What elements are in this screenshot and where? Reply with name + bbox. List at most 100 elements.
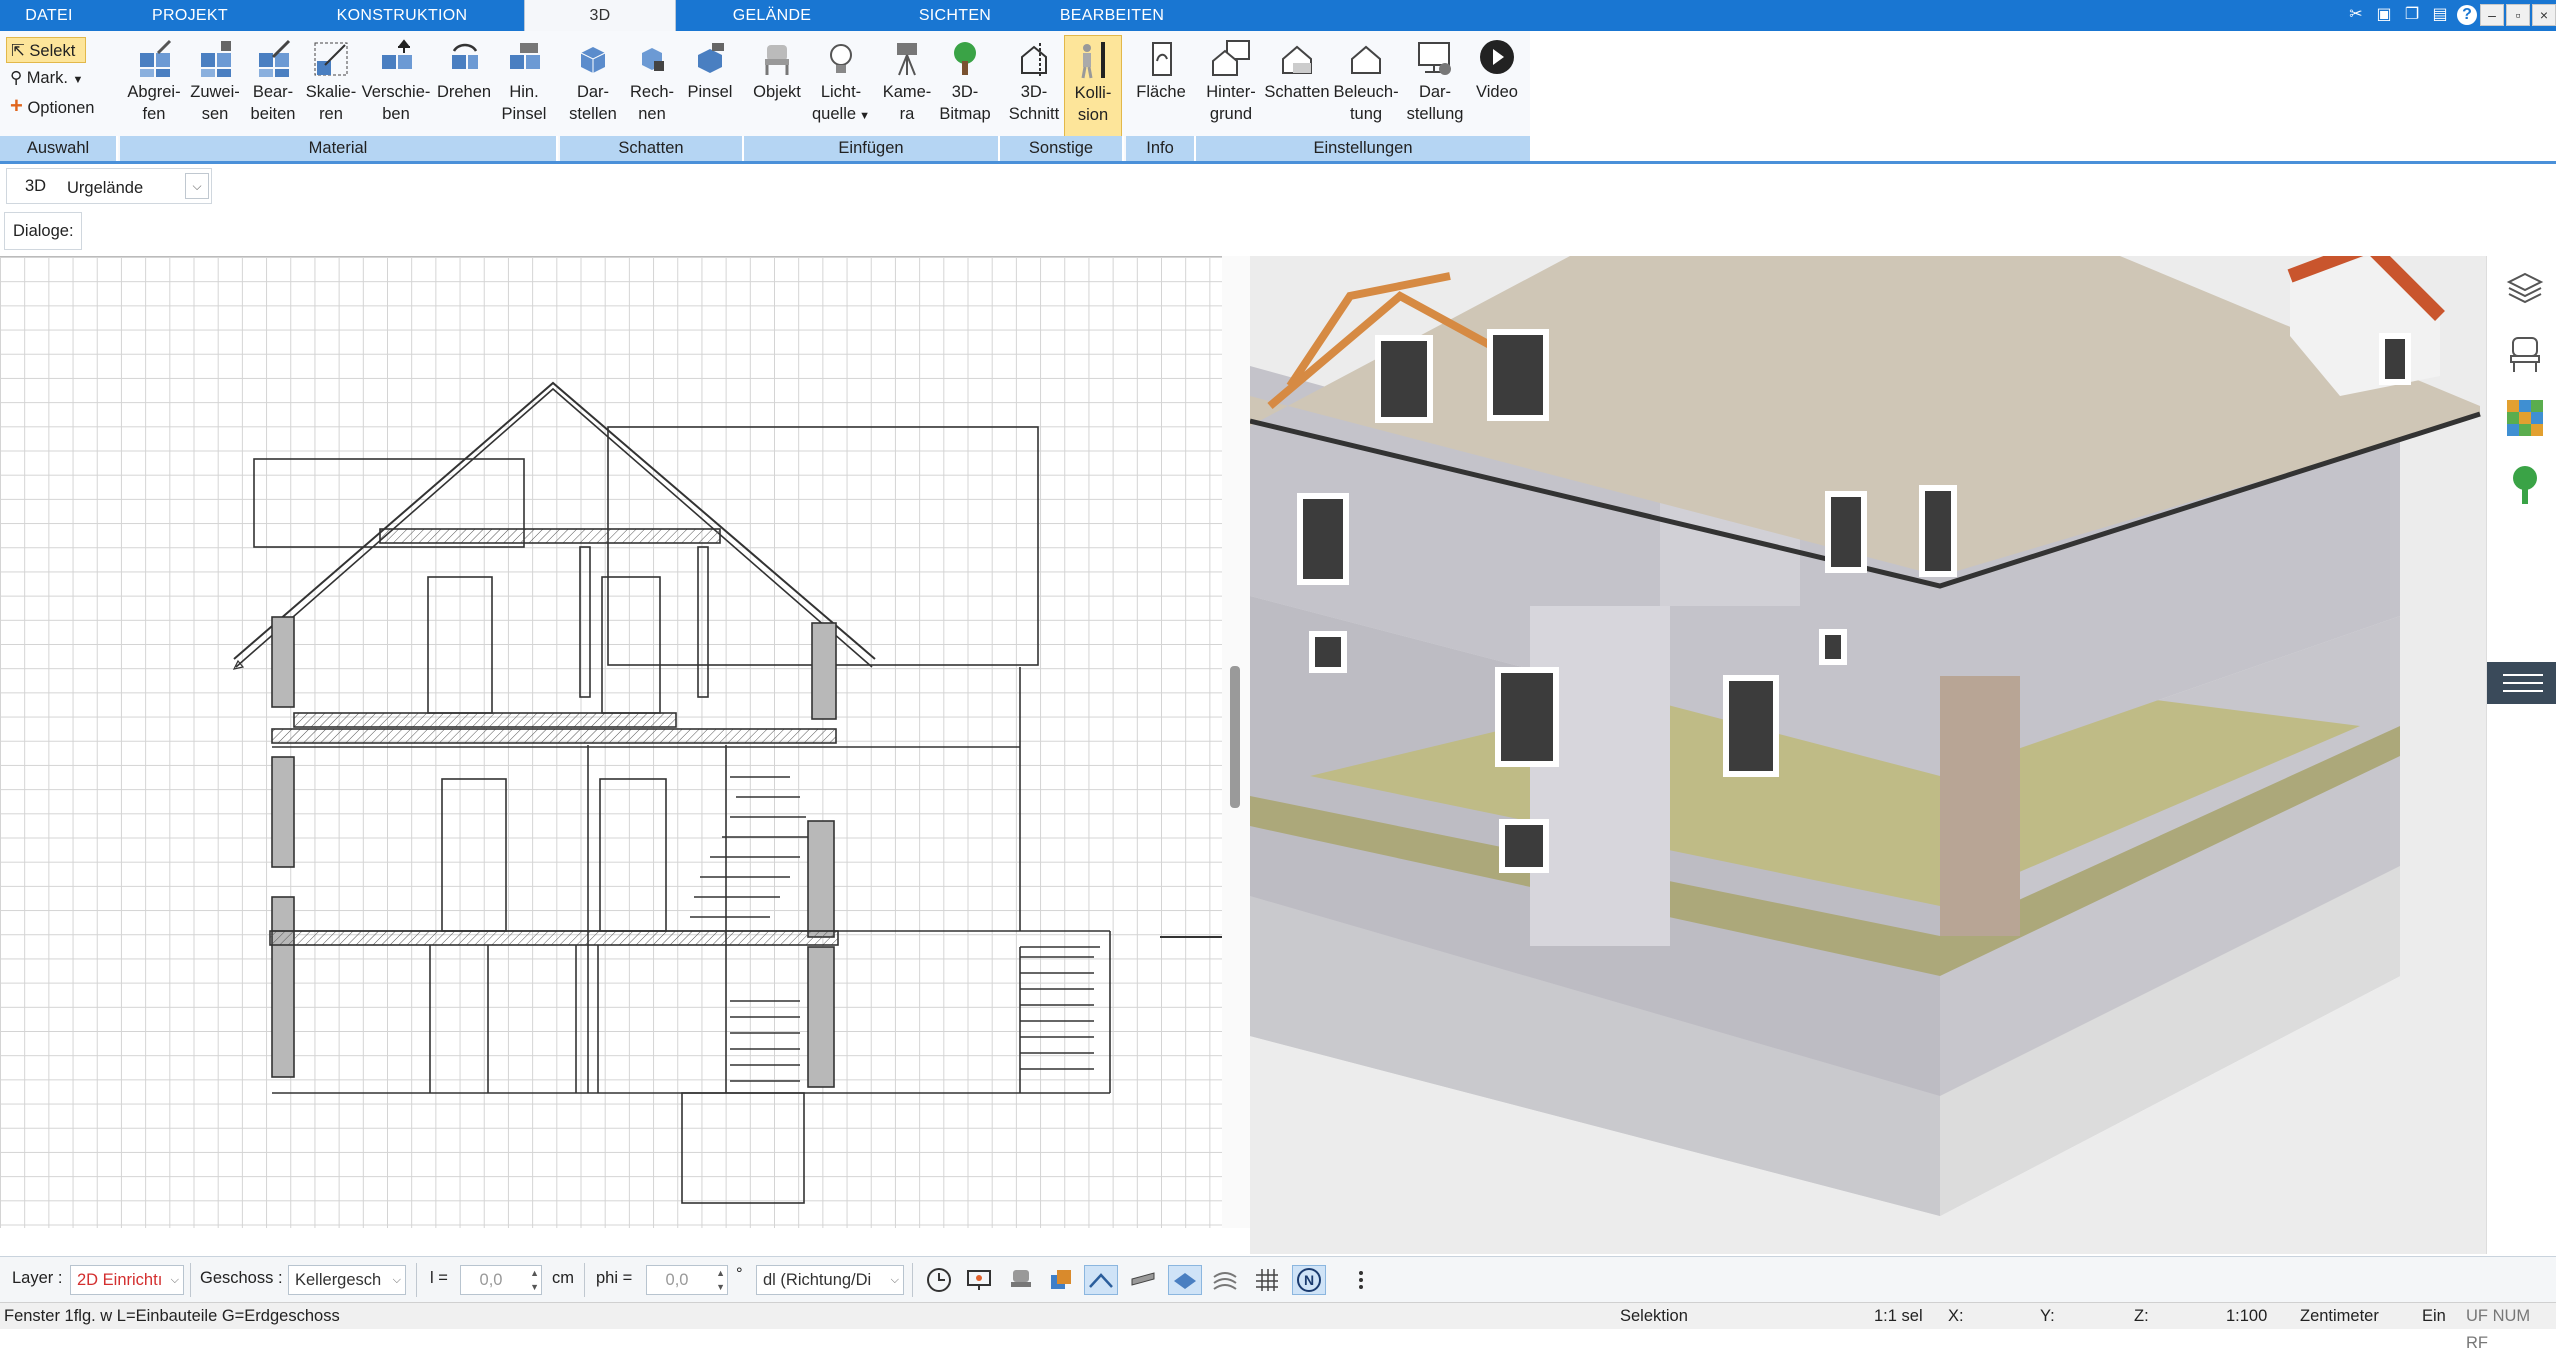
3d-bitmap-button[interactable]: 3D- Bitmap xyxy=(934,35,996,139)
3d-schnitt-button[interactable]: 3D- Schnitt xyxy=(1002,35,1066,139)
layers-icon[interactable] xyxy=(2505,270,2545,310)
schatten-darstellen-button[interactable]: Dar- stellen xyxy=(562,35,624,139)
maximize-button[interactable]: ▫ xyxy=(2506,4,2530,26)
direction-select[interactable]: dl (Richtung/Di ⌵ xyxy=(756,1265,904,1295)
furniture-icon[interactable] xyxy=(2505,334,2545,374)
plus-icon: + xyxy=(10,93,23,118)
lichtquelle-label-2-row: quelle ▼ xyxy=(806,103,876,127)
view-3d[interactable] xyxy=(1250,256,2486,1254)
separator xyxy=(190,1263,191,1297)
tab-datei[interactable]: DATEI xyxy=(0,0,98,31)
tab-projekt[interactable]: PROJEKT xyxy=(118,0,262,31)
drehen-button[interactable]: Drehen xyxy=(432,35,496,139)
hin-pinsel-button[interactable]: Hin. Pinsel xyxy=(494,35,554,139)
tab-gelaende[interactable]: GELÄNDE xyxy=(690,0,854,31)
lichtquelle-button[interactable]: Licht- quelle ▼ xyxy=(806,35,876,139)
schatten-pinsel-button[interactable]: Pinsel xyxy=(680,35,740,139)
furniture-tool-icon[interactable] xyxy=(1004,1265,1038,1295)
minimize-button[interactable]: – xyxy=(2480,4,2504,26)
hatch-icon[interactable] xyxy=(1126,1265,1160,1295)
tools-icon[interactable]: ✂ xyxy=(2345,4,2367,26)
length-input[interactable]: 0,0 ▲ ▼ xyxy=(460,1265,542,1295)
ribbon-empty-area xyxy=(1530,31,2556,161)
schatten-darstellen-label-1: Dar- xyxy=(576,83,610,101)
abgreifen-button[interactable]: Abgrei- fen xyxy=(120,35,188,139)
help-icon[interactable]: ? xyxy=(2457,5,2477,25)
scale-icon xyxy=(311,37,351,81)
objekt-button[interactable]: Objekt xyxy=(746,35,808,139)
paint-bucket-icon xyxy=(195,37,235,81)
schatten-rechnen-button[interactable]: Rech- nen xyxy=(622,35,682,139)
shadow-brush-icon xyxy=(690,37,730,81)
lighting-house-icon xyxy=(1346,37,1386,81)
bearbeiten-label-1: Bear- xyxy=(252,83,294,101)
beleuchtung-button[interactable]: Beleuch- tung xyxy=(1330,35,1402,139)
group-einstellungen: Einstellungen xyxy=(1196,136,1530,161)
view-selector[interactable]: 3D Urgelände ⌵ xyxy=(6,168,212,204)
spinner-icon[interactable]: ▲ ▼ xyxy=(530,1266,539,1294)
roof-snap-icon[interactable] xyxy=(1084,1265,1118,1295)
lichtquelle-label-1: Licht- xyxy=(820,83,862,101)
selekt-button[interactable]: ⇱ Selekt xyxy=(6,37,86,63)
hintergrund-button[interactable]: Hinter- grund xyxy=(1198,35,1264,139)
kamera-button[interactable]: Kame- ra xyxy=(874,35,940,139)
optionen-button[interactable]: + Optionen xyxy=(6,93,116,119)
flaeche-button[interactable]: Fläche xyxy=(1128,35,1194,139)
3d-schnitt-label-2: Schnitt xyxy=(1008,105,1060,123)
status-selection: 1:1 sel xyxy=(1874,1307,1923,1325)
materials-palette-icon[interactable] xyxy=(2505,398,2545,438)
plants-tree-icon[interactable] xyxy=(2505,462,2545,506)
status-flags: UF NUM RF xyxy=(2466,1307,2531,1352)
group-einfuegen: Einfügen xyxy=(744,136,1000,161)
skalieren-label-2: ren xyxy=(319,105,343,123)
chevron-down-icon: ⌵ xyxy=(170,1274,179,1286)
schatten-darstellen-label-2: stellen xyxy=(569,105,617,123)
clock-icon[interactable] xyxy=(922,1265,956,1295)
darstellung-button[interactable]: Dar- stellung xyxy=(1400,35,1470,139)
drehen-label-1: Drehen xyxy=(436,83,492,101)
layer-stack-icon[interactable] xyxy=(1044,1265,1078,1295)
status-bar: Fenster 1flg. w L=Einbauteile G=Erdgesch… xyxy=(0,1302,2556,1352)
north-icon[interactable]: N xyxy=(1292,1265,1326,1295)
zuweisen-button[interactable]: Zuwei- sen xyxy=(186,35,244,139)
tab-bearbeiten[interactable]: BEARBEITEN xyxy=(1040,0,1184,31)
kollision-label-1: Kolli- xyxy=(1074,84,1112,102)
chevron-down-icon[interactable]: ⌵ xyxy=(185,173,209,199)
more-options-icon[interactable] xyxy=(1344,1265,1378,1295)
plane-icon[interactable] xyxy=(1168,1265,1202,1295)
monitor-icon[interactable] xyxy=(962,1265,996,1295)
restore-windows-icon[interactable]: ❐ xyxy=(2401,4,2423,26)
phi-input[interactable]: 0,0 ▲ ▼ xyxy=(646,1265,728,1295)
verschieben-button[interactable]: Verschie- ben xyxy=(358,35,434,139)
svg-text:N: N xyxy=(1304,1272,1314,1288)
status-mode: Selektion xyxy=(1620,1307,1688,1325)
spinner-icon[interactable]: ▲ ▼ xyxy=(716,1266,725,1294)
grid-icon[interactable] xyxy=(1250,1265,1284,1295)
vertical-scrollbar[interactable] xyxy=(1230,666,1240,808)
tab-konstruktion[interactable]: KONSTRUKTION xyxy=(320,0,484,31)
separator xyxy=(416,1263,417,1297)
mark-button[interactable]: ⚲ Mark. ▼ xyxy=(6,65,96,91)
video-button[interactable]: Video xyxy=(1468,35,1526,139)
abgreifen-label-2: fen xyxy=(142,105,166,123)
window-icon[interactable]: ▣ xyxy=(2373,4,2395,26)
geschoss-select[interactable]: Kellergesch ⌵ xyxy=(288,1265,406,1295)
tab-3d[interactable]: 3D xyxy=(524,0,676,31)
close-button[interactable]: × xyxy=(2532,4,2556,26)
layer-select[interactable]: 2D Einrichtı ⌵ xyxy=(70,1265,184,1295)
terrain-select-value: Urgelände xyxy=(67,179,144,197)
layout-icon[interactable]: ▤ xyxy=(2429,4,2451,26)
selekt-label: Selekt xyxy=(29,42,76,60)
skalieren-label-1: Skalie- xyxy=(305,83,357,101)
layer-value: 2D Einrichtı xyxy=(77,1271,163,1289)
hamburger-icon xyxy=(2503,672,2543,694)
einstellungen-schatten-button[interactable]: Schatten xyxy=(1262,35,1332,139)
kollision-button[interactable]: Kolli- sion xyxy=(1064,35,1122,139)
ribbon: ⇱ Selekt ⚲ Mark. ▼ + Optionen Auswahl Ab… xyxy=(0,31,1530,161)
skalieren-button[interactable]: Skalie- ren xyxy=(302,35,360,139)
tab-sichten[interactable]: SICHTEN xyxy=(880,0,1030,31)
panel-menu-button[interactable] xyxy=(2487,662,2556,704)
plan-view-2d[interactable] xyxy=(0,256,1222,1228)
surface-layers-icon[interactable] xyxy=(1208,1265,1242,1295)
bearbeiten-button[interactable]: Bear- beiten xyxy=(244,35,302,139)
